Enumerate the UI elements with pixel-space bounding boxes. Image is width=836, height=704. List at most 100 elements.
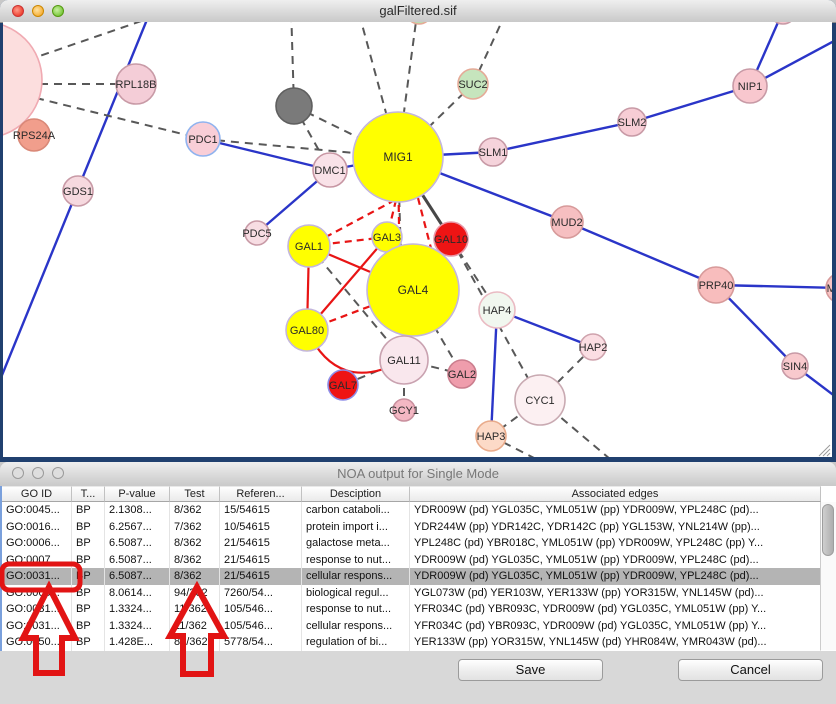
table-cell[interactable]: 80/362 [170, 634, 220, 651]
table-cell[interactable]: YDR009W (pd) YGL035C, YML051W (pp) YDR00… [410, 502, 821, 519]
table-cell[interactable]: 1.3324... [105, 601, 170, 618]
table-cell[interactable]: 94/362 [170, 585, 220, 602]
table-cell[interactable]: GO:0031... [2, 601, 72, 618]
table-row[interactable]: GO:0016...BP6.2567...7/36210/54615protei… [2, 519, 836, 536]
table-cell[interactable]: 11/362 [170, 618, 220, 635]
column-header[interactable]: T... [72, 486, 105, 502]
node-PRP40[interactable] [698, 267, 734, 303]
table-row[interactable]: GO:0050...BP1.428E...80/3625778/54...reg… [2, 634, 836, 651]
table-cell[interactable]: BP [72, 552, 105, 569]
node-DMC1[interactable] [313, 153, 347, 187]
table-cell[interactable]: BP [72, 601, 105, 618]
column-header[interactable]: Associated edges [410, 486, 821, 502]
table-cell[interactable]: BP [72, 535, 105, 552]
column-header[interactable]: Test [170, 486, 220, 502]
table-cell[interactable]: BP [72, 618, 105, 635]
network-window-titlebar[interactable]: galFiltered.sif [0, 0, 836, 23]
table-cell[interactable]: 5778/54... [220, 634, 302, 651]
node-GAL1[interactable] [288, 225, 330, 267]
table-cell[interactable]: 2.1308... [105, 502, 170, 519]
table-cell[interactable]: 21/54615 [220, 552, 302, 569]
node-PDC5[interactable] [245, 221, 269, 245]
table-cell[interactable]: 1.3324... [105, 618, 170, 635]
vertical-scrollbar[interactable] [820, 502, 836, 650]
node-GAL80[interactable] [286, 309, 328, 351]
table-cell[interactable]: BP [72, 585, 105, 602]
table-cell[interactable]: response to nut... [302, 552, 410, 569]
table-cell[interactable]: 15/54615 [220, 502, 302, 519]
table-cell[interactable]: 21/54615 [220, 568, 302, 585]
table-row[interactable]: GO:0031...BP1.3324...11/362105/546...cel… [2, 618, 836, 635]
node-GCY1[interactable] [393, 399, 415, 421]
node-RPS24A[interactable] [18, 119, 50, 151]
table-cell[interactable]: BP [72, 502, 105, 519]
node-green-top[interactable] [406, 22, 432, 24]
table-cell[interactable]: 8/362 [170, 552, 220, 569]
column-header[interactable]: GO ID [2, 486, 72, 502]
node-pink-top[interactable] [770, 22, 796, 24]
node-MIG1[interactable] [353, 112, 443, 202]
column-header[interactable]: Referen... [220, 486, 302, 502]
column-header[interactable]: Desciption [302, 486, 410, 502]
table-cell[interactable]: 8.0614... [105, 585, 170, 602]
node-GAL4[interactable] [367, 244, 459, 336]
go-term-table[interactable]: GO IDT...P-valueTestReferen...Desciption… [0, 486, 836, 651]
table-header-row[interactable]: GO IDT...P-valueTestReferen...Desciption… [2, 486, 836, 502]
node-MSL1[interactable] [826, 273, 832, 303]
table-cell[interactable]: carbon cataboli... [302, 502, 410, 519]
table-cell[interactable]: 6.5087... [105, 568, 170, 585]
node-GAL11[interactable] [380, 336, 428, 384]
table-cell[interactable]: YDR244W (pp) YDR142C, YDR142C (pp) YGL15… [410, 519, 821, 536]
noa-window-titlebar[interactable]: NOA output for Single Mode [0, 462, 836, 487]
node-RPL18B[interactable] [116, 64, 156, 104]
table-cell[interactable]: cellular respons... [302, 618, 410, 635]
table-cell[interactable]: 11/362 [170, 601, 220, 618]
table-cell[interactable]: 6.5087... [105, 552, 170, 569]
table-row[interactable]: GO:0031...BP6.5087...8/36221/54615cellul… [2, 568, 836, 585]
table-cell[interactable]: GO:0006... [2, 535, 72, 552]
table-row[interactable]: GO:0045...BP2.1308...8/36215/54615carbon… [2, 502, 836, 519]
cancel-button[interactable]: Cancel [678, 659, 823, 681]
table-cell[interactable]: GO:0031... [2, 618, 72, 635]
table-cell[interactable]: YGL073W (pd) YER103W, YER133W (pp) YOR31… [410, 585, 821, 602]
resize-grip-icon[interactable] [819, 445, 830, 456]
table-cell[interactable]: GO:0045... [2, 502, 72, 519]
table-cell[interactable]: GO:0016... [2, 519, 72, 536]
table-cell[interactable]: GO:0031... [2, 568, 72, 585]
table-cell[interactable]: GO:0050... [2, 634, 72, 651]
table-cell[interactable]: 8/362 [170, 535, 220, 552]
node-GAL10[interactable] [434, 222, 468, 256]
node-GAL7[interactable] [328, 370, 358, 400]
node-GAL2[interactable] [448, 360, 476, 388]
node-CYC1[interactable] [515, 375, 565, 425]
node-PDC1[interactable] [186, 122, 220, 156]
table-cell[interactable]: 8/362 [170, 502, 220, 519]
table-cell[interactable]: YDR009W (pd) YGL035C, YML051W (pp) YDR00… [410, 552, 821, 569]
table-cell[interactable]: 1.428E... [105, 634, 170, 651]
table-cell[interactable]: 105/546... [220, 601, 302, 618]
column-header[interactable]: P-value [105, 486, 170, 502]
table-cell[interactable]: 105/546... [220, 618, 302, 635]
scrollbar-thumb[interactable] [822, 504, 834, 556]
table-cell[interactable]: galactose meta... [302, 535, 410, 552]
node-SUC2[interactable] [458, 69, 488, 99]
table-row[interactable]: GO:0031...BP1.3324...11/362105/546...res… [2, 601, 836, 618]
table-cell[interactable]: cellular respons... [302, 568, 410, 585]
table-row[interactable]: GO:0007...BP6.5087...8/36221/54615respon… [2, 552, 836, 569]
table-row[interactable]: GO:0006...BP6.5087...8/36221/54615galact… [2, 535, 836, 552]
node-HAP4[interactable] [479, 292, 515, 328]
table-cell[interactable]: BP [72, 519, 105, 536]
table-cell[interactable]: regulation of bi... [302, 634, 410, 651]
node-MUD2[interactable] [551, 206, 583, 238]
table-cell[interactable]: 10/54615 [220, 519, 302, 536]
table-cell[interactable]: 6.2567... [105, 519, 170, 536]
node-NIP1[interactable] [733, 69, 767, 103]
table-cell[interactable]: BP [72, 568, 105, 585]
table-cell[interactable]: YFR034C (pd) YBR093C, YDR009W (pd) YGL03… [410, 618, 821, 635]
table-cell[interactable]: YER133W (pp) YOR315W, YNL145W (pd) YHR08… [410, 634, 821, 651]
table-cell[interactable]: 7/362 [170, 519, 220, 536]
node-HAP3[interactable] [476, 421, 506, 451]
table-row[interactable]: GO:0065...BP8.0614...94/3627260/54...bio… [2, 585, 836, 602]
table-cell[interactable]: response to nut... [302, 601, 410, 618]
table-cell[interactable]: biological regul... [302, 585, 410, 602]
